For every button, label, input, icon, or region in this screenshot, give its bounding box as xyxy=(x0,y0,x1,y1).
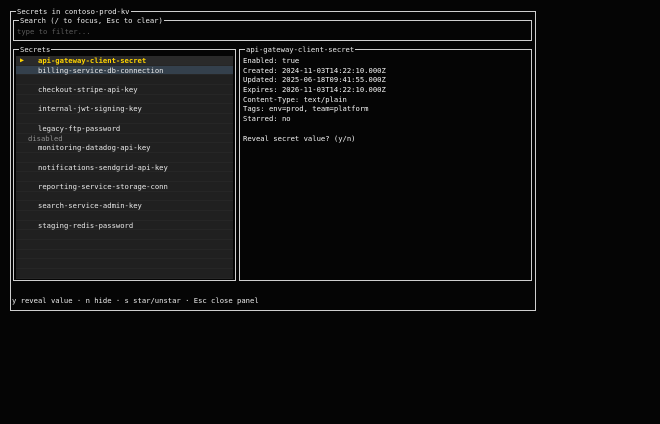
secret-name: search-service-admin-key xyxy=(38,201,142,211)
secret-row xyxy=(16,114,233,124)
secret-name: checkout-stripe-api-key xyxy=(38,85,138,95)
reveal-prompt: Reveal secret value? (y/n) xyxy=(243,133,356,143)
detail-field: Starred: no xyxy=(243,114,291,124)
secret-name: notifications-sendgrid-api-key xyxy=(38,162,168,172)
secret-row[interactable]: billing-service-db-connection xyxy=(16,65,233,76)
secret-detail-title: api-gateway-client-secret xyxy=(245,45,356,54)
secret-row[interactable]: notifications-sendgrid-api-key xyxy=(16,162,233,173)
secrets-list-panel: Secrets ▶ api-gateway-client-secret billin… xyxy=(13,45,236,281)
secret-row: disabled xyxy=(16,133,233,144)
search-input[interactable] xyxy=(17,27,517,36)
secret-row[interactable]: internal-jwt-signing-key xyxy=(16,104,233,115)
selected-marker-icon: ▶ xyxy=(20,56,24,64)
search-panel[interactable]: Search (/ to focus, Esc to clear) xyxy=(13,16,532,41)
detail-field: Expires: 2026-11-03T14:22:10.000Z xyxy=(243,85,386,95)
secret-row xyxy=(16,269,233,279)
detail-field: Enabled: true xyxy=(243,56,300,65)
secret-row[interactable]: ▶ api-gateway-client-secret xyxy=(16,56,233,66)
secret-row xyxy=(16,211,233,221)
secret-status-label: disabled xyxy=(28,133,63,143)
secret-row xyxy=(16,240,233,250)
secret-name: monitoring-datadog-api-key xyxy=(38,143,151,153)
key-hints: y reveal value · n hide · s star/unstar … xyxy=(12,296,259,305)
secret-name: api-gateway-client-secret xyxy=(38,56,147,65)
window-title: Secrets in contoso-prod-kv xyxy=(16,7,131,16)
secrets-list: ▶ api-gateway-client-secret billing-servic… xyxy=(16,56,233,279)
secret-row xyxy=(16,230,233,241)
secret-name: billing-service-db-connection xyxy=(38,65,164,75)
secret-row xyxy=(16,249,233,260)
secret-detail-body: Enabled: true Created: 2024-11-03T14:22:1… xyxy=(242,56,531,143)
secret-row xyxy=(16,259,233,270)
secret-name: staging-redis-password xyxy=(38,220,134,230)
search-panel-title: Search (/ to focus, Esc to clear) xyxy=(19,16,164,25)
secret-name: internal-jwt-signing-key xyxy=(38,104,142,114)
secret-row[interactable]: legacy-ftp-password xyxy=(16,123,233,134)
detail-field: Content-Type: text/plain xyxy=(243,94,347,104)
secret-row xyxy=(16,94,233,105)
secret-name: legacy-ftp-password xyxy=(38,123,121,133)
secret-row xyxy=(16,75,233,86)
secret-row xyxy=(16,172,233,182)
secret-row[interactable]: checkout-stripe-api-key xyxy=(16,85,233,95)
secret-name: reporting-service-storage-conn xyxy=(38,181,168,191)
secret-row[interactable]: staging-redis-password xyxy=(16,220,233,231)
secret-row[interactable]: search-service-admin-key xyxy=(16,201,233,211)
secret-row xyxy=(16,152,233,163)
secret-row[interactable]: monitoring-datadog-api-key xyxy=(16,143,233,153)
secret-row[interactable]: reporting-service-storage-conn xyxy=(16,181,233,192)
secret-row xyxy=(16,191,233,202)
detail-field: Updated: 2025-06-18T09:41:55.000Z xyxy=(243,75,386,85)
secrets-list-title: Secrets xyxy=(19,45,52,54)
detail-field: Created: 2024-11-03T14:22:10.000Z xyxy=(243,65,386,75)
detail-field: Tags: env=prod, team=platform xyxy=(243,104,369,114)
secret-detail-panel: api-gateway-client-secret Enabled: true C… xyxy=(239,45,532,281)
